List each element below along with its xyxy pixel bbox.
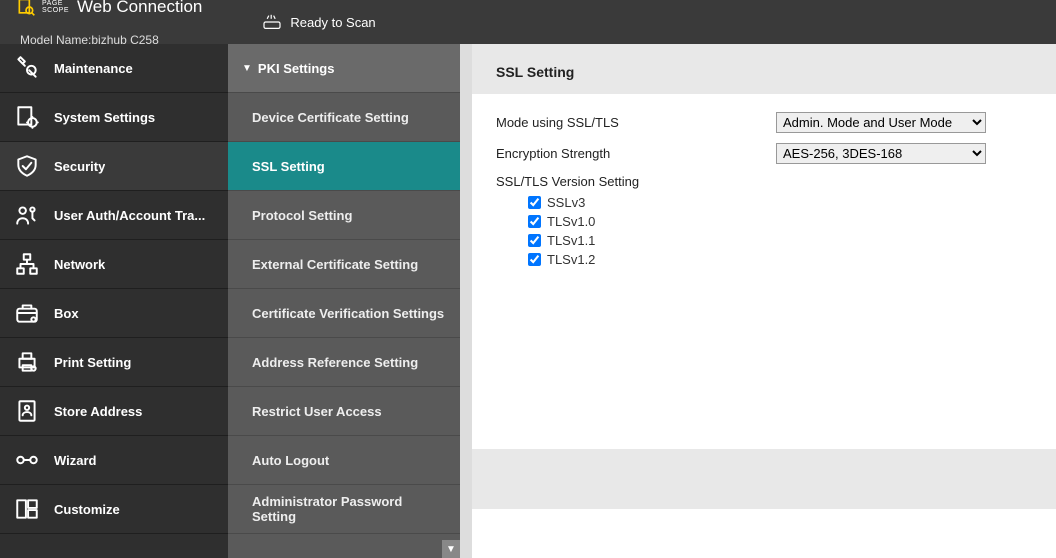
submenu-item[interactable]: Protocol Setting	[228, 191, 460, 240]
sidebar-item-layout[interactable]: Customize	[0, 485, 228, 534]
sidebar-item-label: Print Setting	[54, 355, 131, 370]
maintenance-icon	[14, 55, 40, 81]
sidebar-item-label: User Auth/Account Tra...	[54, 208, 205, 223]
mode-select[interactable]: Admin. Mode and User Mode	[776, 112, 986, 133]
encryption-select[interactable]: AES-256, 3DES-168	[776, 143, 986, 164]
version-section-label: SSL/TLS Version Setting	[496, 174, 1032, 189]
address-icon	[14, 398, 40, 424]
version-row: TLSv1.0	[528, 214, 1032, 229]
submenu-item[interactable]: Device Certificate Setting	[228, 93, 460, 142]
submenu-item[interactable]: Auto Logout	[228, 436, 460, 485]
version-row: SSLv3	[528, 195, 1032, 210]
shield-icon	[14, 153, 40, 179]
logo-text-bottom: SCOPE	[42, 7, 69, 14]
submenu-header[interactable]: ▼ PKI Settings	[228, 44, 460, 93]
users-key-icon	[14, 202, 40, 228]
header: PAGE SCOPE Web Connection Model Name:biz…	[0, 0, 1056, 44]
sidebar-item-wand[interactable]: Wizard	[0, 436, 228, 485]
sidebar-item-printer[interactable]: Print Setting	[0, 338, 228, 387]
sidebar-item-label: Network	[54, 257, 105, 272]
content-footer	[472, 449, 1056, 509]
chevron-down-icon: ▼	[242, 63, 252, 74]
gear-doc-icon	[14, 104, 40, 130]
submenu-item[interactable]: Administrator Password Setting	[228, 485, 460, 534]
sidebar-item-label: Security	[54, 159, 105, 174]
submenu-item[interactable]: Restrict User Access	[228, 387, 460, 436]
logo: PAGE SCOPE	[16, 0, 69, 17]
submenu-item[interactable]: SSL Setting	[228, 142, 460, 191]
scanner-icon	[262, 14, 282, 30]
mode-label: Mode using SSL/TLS	[496, 115, 776, 130]
submenu-item[interactable]: Address Reference Setting	[228, 338, 460, 387]
version-checkbox[interactable]	[528, 234, 541, 247]
sidebar-item-address[interactable]: Store Address	[0, 387, 228, 436]
layout-icon	[14, 496, 40, 522]
sidebar-item-label: Wizard	[54, 453, 97, 468]
version-checkbox[interactable]	[528, 196, 541, 209]
version-label: TLSv1.1	[547, 233, 595, 248]
version-checkbox[interactable]	[528, 253, 541, 266]
version-row: TLSv1.1	[528, 233, 1032, 248]
pagescope-icon	[16, 0, 36, 17]
sidebar-item-gear-doc[interactable]: System Settings	[0, 93, 228, 142]
encryption-label: Encryption Strength	[496, 146, 776, 161]
wand-icon	[14, 447, 40, 473]
version-label: SSLv3	[547, 195, 585, 210]
network-icon	[14, 251, 40, 277]
box-icon	[14, 300, 40, 326]
submenu-item[interactable]: Certificate Verification Settings	[228, 289, 460, 338]
page-title: SSL Setting	[496, 64, 1032, 80]
version-row: TLSv1.2	[528, 252, 1032, 267]
sidebar-main: Maintenance System Settings Security User A…	[0, 44, 228, 558]
version-label: TLSv1.2	[547, 252, 595, 267]
scroll-down-handle[interactable]: ▼	[442, 540, 460, 558]
sidebar-sub: ▼ PKI Settings Device Certificate Settin…	[228, 44, 460, 558]
sidebar-item-label: Store Address	[54, 404, 142, 419]
sidebar-item-label: Box	[54, 306, 79, 321]
version-checkbox[interactable]	[528, 215, 541, 228]
sidebar-item-users-key[interactable]: User Auth/Account Tra...	[0, 191, 228, 240]
printer-icon	[14, 349, 40, 375]
sidebar-item-shield[interactable]: Security	[0, 142, 228, 191]
version-label: TLSv1.0	[547, 214, 595, 229]
content-scrollbar[interactable]	[460, 44, 472, 558]
sidebar-item-label: Customize	[54, 502, 120, 517]
submenu-item[interactable]: External Certificate Setting	[228, 240, 460, 289]
sidebar-item-maintenance[interactable]: Maintenance	[0, 44, 228, 93]
content-panel: SSL Setting Mode using SSL/TLS Admin. Mo…	[472, 44, 1056, 558]
logo-text-top: PAGE	[42, 0, 69, 7]
sidebar-item-box[interactable]: Box	[0, 289, 228, 338]
sidebar-item-label: System Settings	[54, 110, 155, 125]
sidebar-item-network[interactable]: Network	[0, 240, 228, 289]
scanner-status: Ready to Scan	[262, 14, 375, 30]
app-title: Web Connection	[77, 0, 202, 17]
sidebar-item-label: Maintenance	[54, 61, 133, 76]
